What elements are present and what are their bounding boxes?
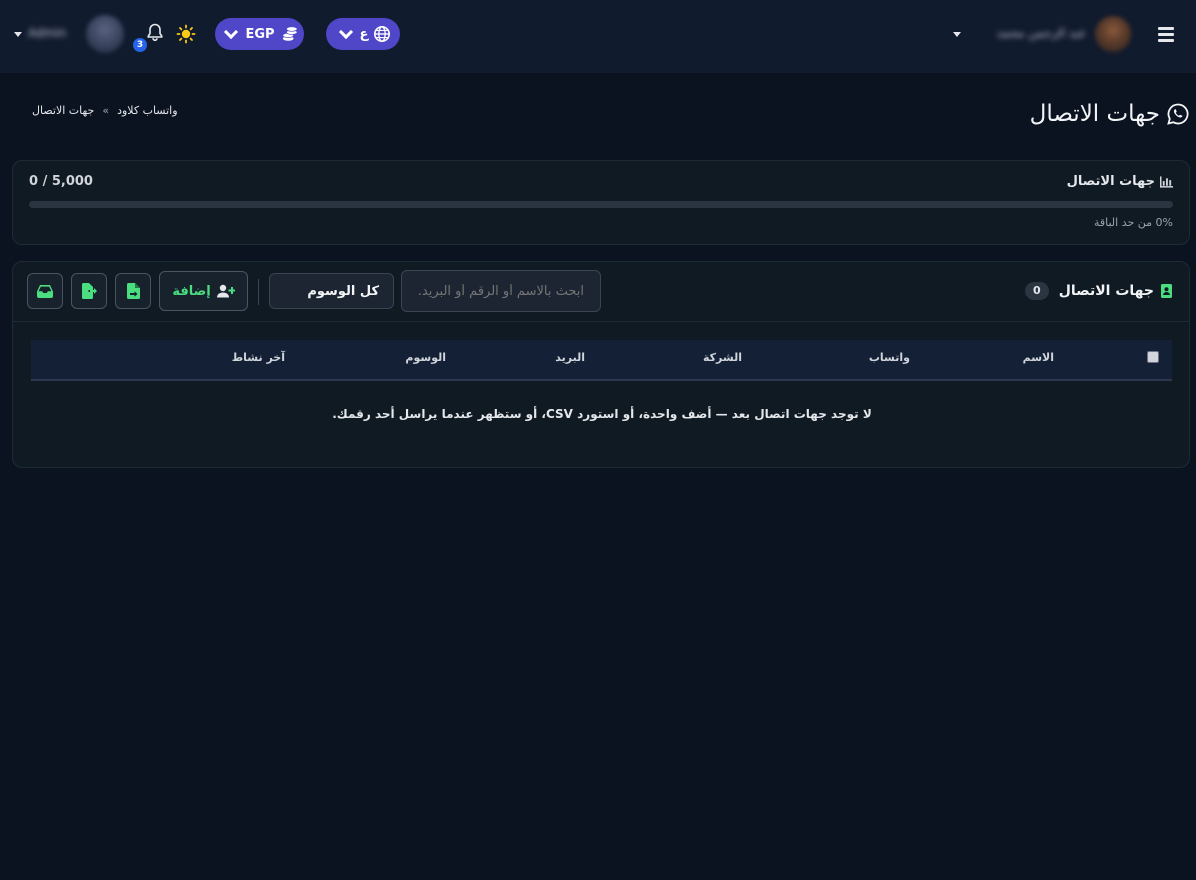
globe-icon [374, 25, 391, 43]
column-header[interactable]: آخر نشاط [232, 351, 285, 364]
coins-icon [281, 26, 298, 41]
column-header[interactable]: واتساب [869, 351, 910, 364]
column-header[interactable]: الوسوم [405, 351, 446, 364]
empty-state-message: لا توجد جهات اتصال بعد — أضف واحدة، أو ا… [332, 407, 872, 421]
inbox-button[interactable] [27, 273, 63, 309]
bell-icon[interactable] [145, 22, 165, 42]
user-name[interactable]: عبد الرحمن محمد [966, 26, 1086, 42]
add-contact-label: إضافة [172, 283, 211, 299]
breadcrumb-item[interactable]: واتساب كلاود [117, 104, 177, 117]
file-export-icon [81, 283, 97, 299]
menu-icon[interactable] [1158, 27, 1174, 42]
chevron-down-icon[interactable] [953, 32, 961, 37]
currency-label: EGP [245, 26, 275, 42]
import-button[interactable] [115, 273, 151, 309]
avatar[interactable] [86, 15, 124, 53]
sun-icon[interactable] [176, 24, 196, 44]
inbox-icon [37, 284, 53, 298]
contacts-count-badge: 0 [1024, 282, 1049, 300]
contacts-toolbar: جهات الاتصال 0 كل الوسوم إضافة [13, 262, 1189, 322]
chart-icon [1160, 175, 1173, 188]
notification-badge: 3 [133, 38, 147, 52]
language-switcher[interactable]: ع [326, 18, 400, 50]
breadcrumb-separator: » [102, 104, 110, 117]
usage-title-text: جهات الاتصال [1066, 174, 1155, 189]
column-header[interactable]: الشركة [703, 351, 742, 364]
add-contact-button[interactable]: إضافة [159, 271, 248, 311]
chevron-down-icon[interactable] [14, 32, 22, 37]
currency-switcher[interactable]: EGP [215, 18, 304, 50]
breadcrumb: واتساب كلاود » جهات الاتصال [32, 104, 178, 117]
toolbar-divider [258, 279, 259, 305]
contacts-title: جهات الاتصال 0 [1024, 282, 1173, 300]
avatar[interactable] [1095, 16, 1131, 52]
file-import-icon [126, 283, 140, 299]
search-input[interactable] [401, 270, 601, 312]
usage-title: جهات الاتصال [1067, 174, 1173, 189]
export-button[interactable] [71, 273, 107, 309]
select-all-checkbox[interactable] [1147, 351, 1159, 363]
column-header[interactable]: الاسم [1023, 351, 1054, 364]
whatsapp-icon [1167, 103, 1189, 125]
contact-book-icon [1161, 284, 1172, 298]
usage-progress-bar [29, 201, 1173, 208]
user-name[interactable]: Admin [28, 26, 80, 42]
column-header[interactable]: البريد [555, 351, 585, 364]
tag-filter-value: كل الوسوم [307, 283, 379, 299]
chevron-down-icon [224, 24, 239, 39]
usage-card: جهات الاتصال 0 / 5,000 0% من حد الباقة [12, 160, 1190, 245]
language-label: ع [359, 26, 369, 42]
breadcrumb-item: جهات الاتصال [32, 104, 95, 117]
tag-filter-select[interactable]: كل الوسوم [269, 273, 394, 309]
chevron-down-icon [338, 24, 353, 39]
contacts-card: جهات الاتصال 0 كل الوسوم إضافة [12, 261, 1190, 468]
page-title: جهات الاتصال [1030, 98, 1190, 130]
top-bar: عبد الرحمن محمد ع EGP 3 Admin [0, 0, 1196, 73]
user-plus-icon [216, 284, 235, 298]
usage-count: 0 / 5,000 [29, 174, 93, 189]
usage-percent: 0% من حد الباقة [1093, 216, 1173, 229]
table-header: الاسم واتساب الشركة البريد الوسوم آخر نش… [31, 340, 1172, 381]
contacts-title-text: جهات الاتصال [1058, 283, 1154, 299]
page-title-text: جهات الاتصال [1029, 101, 1160, 127]
